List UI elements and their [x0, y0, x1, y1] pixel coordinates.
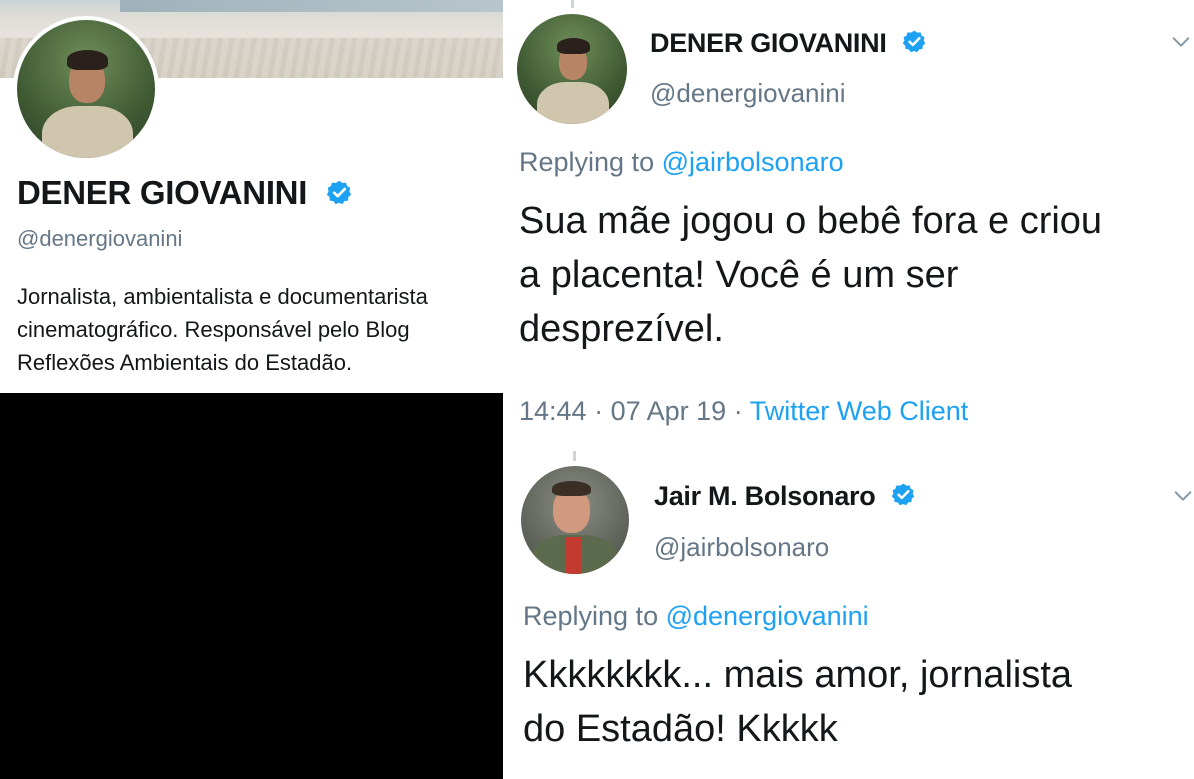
meta-separator: · — [733, 396, 743, 426]
tweet-avatar[interactable] — [517, 462, 633, 578]
profile-avatar[interactable] — [13, 16, 159, 162]
tweet-avatar[interactable] — [513, 10, 631, 128]
tweet-author[interactable]: DENER GIOVANINI — [650, 28, 927, 59]
tweet-source-link[interactable]: Twitter Web Client — [750, 396, 969, 426]
tweet-handle[interactable]: @denergiovanini — [650, 78, 846, 109]
meta-separator: · — [594, 396, 604, 426]
thread-connector — [573, 451, 576, 461]
profile-name-text: DENER GIOVANINI — [17, 174, 308, 211]
profile-handle: @denergiovanini — [17, 226, 183, 251]
verified-badge-icon — [327, 180, 352, 204]
tweet-text-line: Sua mãe jogou o bebê fora e criou — [519, 200, 1103, 242]
bio-line: cinematográfico. Responsável pelo Blog — [17, 317, 410, 342]
replying-to: Replying to @jairbolsonaro — [519, 147, 844, 178]
left-panel: DENER GIOVANINI @denergiovanini Jornalis… — [0, 0, 503, 779]
tweet-text: Kkkkkkkk... mais amor, jornalista do Est… — [523, 648, 1194, 756]
replying-to-label: Replying to — [519, 147, 655, 177]
verified-badge-icon — [902, 30, 926, 53]
thread-connector — [571, 0, 574, 8]
tweet-meta: 14:44 · 07 Apr 19 · Twitter Web Client — [519, 396, 968, 427]
tweet-time[interactable]: 14:44 — [519, 396, 587, 426]
profile-name: DENER GIOVANINI — [17, 174, 353, 212]
tweet-text-line: Kkkkkkkk... mais amor, jornalista — [523, 654, 1073, 696]
tweet-author-name[interactable]: Jair M. Bolsonaro — [654, 481, 876, 511]
bio-line: Jornalista, ambientalista e documentaris… — [17, 284, 428, 309]
replying-to-link[interactable]: @denergiovanini — [666, 601, 869, 631]
tweet-author[interactable]: Jair M. Bolsonaro — [654, 481, 916, 512]
chevron-down-icon[interactable] — [1170, 31, 1192, 53]
profile-card: DENER GIOVANINI @denergiovanini Jornalis… — [0, 0, 503, 393]
tweet-author-name[interactable]: DENER GIOVANINI — [650, 28, 887, 58]
verified-badge-icon — [891, 483, 915, 506]
tweet-text: Sua mãe jogou o bebê fora e criou a plac… — [519, 194, 1194, 356]
tweet-handle[interactable]: @jairbolsonaro — [654, 532, 829, 563]
tweet-text-line: a placenta! Você é um ser — [519, 254, 959, 296]
profile-bio: Jornalista, ambientalista e documentaris… — [17, 280, 497, 379]
replying-to: Replying to @denergiovanini — [523, 601, 869, 632]
replying-to-link[interactable]: @jairbolsonaro — [662, 147, 844, 177]
tweet-text-line: do Estadão! Kkkkk — [523, 708, 838, 750]
replying-to-label: Replying to — [523, 601, 659, 631]
tweet-date[interactable]: 07 Apr 19 — [611, 396, 727, 426]
tweet-text-line: desprezível. — [519, 308, 724, 350]
chevron-down-icon[interactable] — [1172, 485, 1194, 507]
bio-line: Reflexões Ambientais do Estadão. — [17, 350, 353, 375]
